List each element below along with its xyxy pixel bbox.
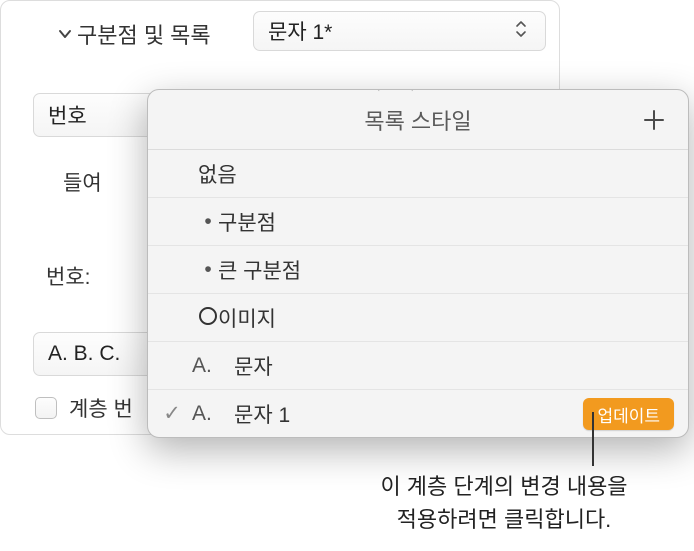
hierarchy-row: 계층 번: [35, 393, 133, 423]
add-style-button[interactable]: [634, 100, 674, 140]
style-item-image[interactable]: 이미지: [148, 294, 688, 342]
updown-arrows-icon: [515, 19, 531, 44]
bullet-icon: •: [193, 210, 223, 234]
prefix-label: A.: [192, 354, 226, 378]
callout-leader-line: [592, 412, 594, 466]
section-header[interactable]: 구분점 및 목록: [55, 18, 211, 50]
style-item-label: 문자 1: [234, 399, 290, 429]
callout-text: 이 계층 단계의 변경 내용을 적용하려면 클릭합니다.: [319, 470, 689, 536]
list-style-popover: 목록 스타일 없음 • 구분점 • 큰 구분점 이미지 A. 문자 ✓ A. 문…: [147, 89, 689, 438]
style-item-letter[interactable]: A. 문자: [148, 342, 688, 390]
bullet-icon: •: [193, 258, 223, 282]
style-item-label: 없음: [198, 159, 237, 189]
style-item-letter-1[interactable]: ✓ A. 문자 1 업데이트: [148, 390, 688, 438]
update-button[interactable]: 업데이트: [583, 398, 674, 430]
style-item-bullet[interactable]: • 구분점: [148, 198, 688, 246]
style-item-label: 이미지: [218, 303, 276, 333]
callout-line-2: 적용하려면 클릭합니다.: [397, 507, 612, 532]
style-item-label: 큰 구분점: [218, 255, 301, 285]
section-title: 구분점 및 목록: [77, 18, 211, 50]
disclosure-chevron-icon: [55, 24, 75, 44]
ring-icon: [193, 305, 223, 331]
popover-list: 없음 • 구분점 • 큰 구분점 이미지 A. 문자 ✓ A. 문자 1 업데이…: [148, 150, 688, 438]
style-item-none[interactable]: 없음: [148, 150, 688, 198]
plus-icon: [641, 107, 667, 133]
popover-header: 목록 스타일: [148, 90, 688, 150]
style-item-label: 문자: [234, 351, 273, 381]
prefix-label: A.: [192, 402, 226, 426]
numbering-label: 번호:: [46, 261, 90, 291]
callout-line-1: 이 계층 단계의 변경 내용을: [380, 474, 627, 499]
style-item-label: 구분점: [218, 207, 276, 237]
style-item-big-bullet[interactable]: • 큰 구분점: [148, 246, 688, 294]
update-button-label: 업데이트: [597, 402, 660, 427]
hierarchy-checkbox[interactable]: [35, 397, 57, 419]
list-style-value: 문자 1*: [268, 16, 515, 46]
indent-label: 들여: [63, 167, 102, 197]
checkmark-icon: ✓: [154, 401, 190, 426]
popover-title: 목록 스타일: [364, 104, 471, 136]
format-select[interactable]: A. B. C.: [33, 332, 158, 376]
number-type-label: 번호: [48, 100, 87, 130]
hierarchy-label: 계층 번: [69, 393, 133, 423]
list-style-select[interactable]: 문자 1*: [253, 11, 546, 51]
number-type-select[interactable]: 번호: [33, 93, 158, 137]
format-value: A. B. C.: [48, 342, 120, 366]
